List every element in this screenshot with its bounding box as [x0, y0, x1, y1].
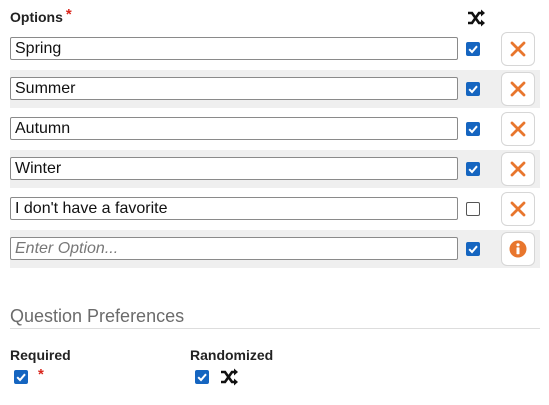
close-icon [510, 81, 526, 97]
new-option-input[interactable] [10, 237, 458, 260]
option-checkbox[interactable] [466, 202, 480, 216]
close-icon [510, 161, 526, 177]
options-header: Options * [10, 6, 530, 32]
remove-option-button[interactable] [501, 192, 535, 226]
required-checkbox[interactable] [14, 370, 28, 384]
close-icon [510, 201, 526, 217]
option-input[interactable] [10, 157, 458, 180]
close-icon [510, 121, 526, 137]
required-star: * [38, 366, 44, 383]
option-input[interactable] [10, 77, 458, 100]
info-icon [509, 240, 527, 258]
randomized-checkbox[interactable] [195, 370, 209, 384]
option-row [10, 70, 540, 108]
question-preferences-title: Question Preferences [10, 306, 185, 326]
option-row [10, 190, 540, 228]
remove-option-button[interactable] [501, 152, 535, 186]
option-checkbox[interactable] [466, 122, 480, 136]
shuffle-icon [466, 8, 486, 28]
option-checkbox[interactable] [466, 42, 480, 56]
option-row [10, 150, 540, 188]
remove-option-button[interactable] [501, 112, 535, 146]
option-checkbox[interactable] [466, 82, 480, 96]
shuffle-icon [219, 367, 239, 387]
info-button[interactable] [501, 232, 535, 266]
remove-option-button[interactable] [501, 32, 535, 66]
section-divider [10, 328, 540, 329]
option-input[interactable] [10, 117, 458, 140]
randomized-label: Randomized [190, 347, 274, 363]
new-option-row [10, 230, 540, 268]
option-row [10, 30, 540, 68]
option-input[interactable] [10, 37, 458, 60]
required-star: * [65, 6, 72, 23]
required-label: Required [10, 347, 71, 363]
close-icon [510, 41, 526, 57]
remove-option-button[interactable] [501, 72, 535, 106]
option-row [10, 110, 540, 148]
option-input[interactable] [10, 197, 458, 220]
option-checkbox[interactable] [466, 162, 480, 176]
options-title: Options * [10, 6, 72, 26]
option-checkbox[interactable] [466, 242, 480, 256]
options-title-text: Options [10, 9, 63, 25]
